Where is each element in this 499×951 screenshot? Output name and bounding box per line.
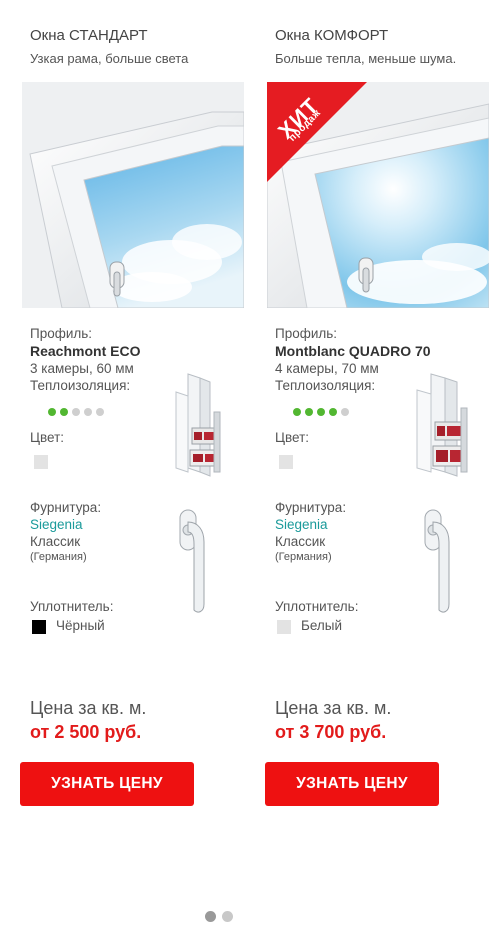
fittings-brand-link[interactable]: Siegenia xyxy=(30,517,83,532)
color-label: Цвет: xyxy=(275,430,310,445)
color-swatch xyxy=(34,455,48,469)
profile-label: Профиль: xyxy=(275,326,338,341)
insulation-rating xyxy=(293,408,349,416)
window-illustration xyxy=(22,82,244,308)
seal-color-swatch xyxy=(277,620,291,634)
profile-label: Профиль: xyxy=(30,326,93,341)
fittings-origin: (Германия) xyxy=(275,551,332,563)
profile-specs: 4 камеры, 70 мм xyxy=(275,361,379,376)
window-photo: ХИТ продаж xyxy=(267,82,489,308)
fittings-model: Классик xyxy=(30,534,81,549)
hit-badge: ХИТ продаж xyxy=(267,82,367,182)
product-card-standard: Окна СТАНДАРТ Узкая рама, больше света П… xyxy=(20,0,252,820)
insulation-dot xyxy=(341,408,349,416)
fittings-label: Фурнитура: xyxy=(30,500,102,515)
pagination-dot[interactable] xyxy=(205,911,216,922)
window-photo xyxy=(22,82,244,308)
product-card-comfort: Окна КОМФОРТ Больше тепла, меньше шума. xyxy=(265,0,497,820)
insulation-dot xyxy=(72,408,80,416)
fittings-model: Классик xyxy=(275,534,326,549)
insulation-label: Теплоизоляция: xyxy=(275,378,376,393)
window-handle-image xyxy=(179,509,205,613)
seal-value: Чёрный xyxy=(56,618,105,633)
insulation-dot xyxy=(329,408,337,416)
card-subtitle: Узкая рама, больше света xyxy=(30,51,189,66)
seal-label: Уплотнитель: xyxy=(30,599,114,614)
fittings-origin: (Германия) xyxy=(30,551,87,563)
insulation-dot xyxy=(48,408,56,416)
profile-name: Reachmont ECO xyxy=(30,343,141,359)
seal-value: Белый xyxy=(301,618,343,633)
insulation-dot xyxy=(96,408,104,416)
get-price-button[interactable]: УЗНАТЬ ЦЕНУ xyxy=(265,762,439,806)
seal-label: Уплотнитель: xyxy=(275,599,359,614)
pagination-dot[interactable] xyxy=(222,911,233,922)
insulation-label: Теплоизоляция: xyxy=(30,378,131,393)
card-title: Окна СТАНДАРТ xyxy=(30,27,148,44)
get-price-button[interactable]: УЗНАТЬ ЦЕНУ xyxy=(20,762,194,806)
profile-name: Montblanc QUADRO 70 xyxy=(275,343,431,359)
insulation-dot xyxy=(84,408,92,416)
color-swatch xyxy=(279,455,293,469)
insulation-dot xyxy=(293,408,301,416)
insulation-dot xyxy=(60,408,68,416)
card-subtitle: Больше тепла, меньше шума. xyxy=(275,51,457,66)
insulation-dot xyxy=(305,408,313,416)
profile-cross-section-image xyxy=(416,373,468,477)
carousel-pagination xyxy=(205,911,233,922)
window-handle-image xyxy=(424,509,450,613)
profile-specs: 3 камеры, 60 мм xyxy=(30,361,134,376)
price-value: от 3 700 руб. xyxy=(275,722,387,742)
seal-color-swatch xyxy=(32,620,46,634)
fittings-label: Фурнитура: xyxy=(275,500,347,515)
profile-cross-section-image xyxy=(175,373,221,477)
price-label: Цена за кв. м. xyxy=(275,698,392,718)
fittings-brand-link[interactable]: Siegenia xyxy=(275,517,328,532)
price-label: Цена за кв. м. xyxy=(30,698,147,718)
insulation-dot xyxy=(317,408,325,416)
price-value: от 2 500 руб. xyxy=(30,722,142,742)
card-title: Окна КОМФОРТ xyxy=(275,27,389,44)
color-label: Цвет: xyxy=(30,430,65,445)
insulation-rating xyxy=(48,408,104,416)
